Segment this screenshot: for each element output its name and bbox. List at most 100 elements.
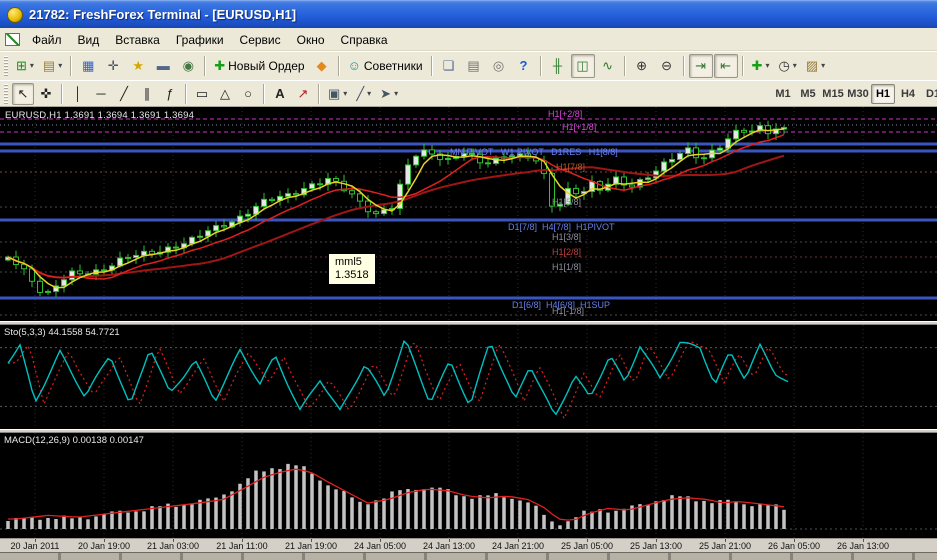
- chart-shift-icon: ⇤: [720, 58, 731, 73]
- bar-chart-mode-button[interactable]: ╫: [546, 54, 570, 78]
- tooltip-indicator-name: mml5: [335, 256, 362, 268]
- templates-icon: ▨: [805, 58, 819, 73]
- horizontal-line-button[interactable]: ─: [90, 83, 112, 105]
- time-axis-label: 21 Jan 19:00: [284, 541, 338, 551]
- data-window-button[interactable]: ✛: [101, 54, 125, 78]
- level-label: H1[5/8]: [552, 197, 582, 207]
- market-watch-button[interactable]: ▦: [76, 54, 100, 78]
- print-button[interactable]: ▤: [462, 54, 486, 78]
- ellipse-icon: ○: [244, 86, 252, 101]
- timeframe-d1-button[interactable]: D1: [921, 84, 937, 104]
- auto-scroll-button[interactable]: ⇥: [688, 53, 713, 78]
- templates-button[interactable]: ▨ ▾: [802, 54, 829, 78]
- fibonacci-retracement-icon: ƒ: [166, 86, 174, 101]
- fibonacci-retracement-button[interactable]: ƒ: [159, 83, 181, 105]
- timeframe-h4-button[interactable]: H4: [896, 84, 920, 104]
- tooltip-price: 1.3518: [335, 269, 369, 281]
- text-button[interactable]: A: [269, 83, 291, 105]
- trendline-icon: ╱: [120, 86, 128, 101]
- profiles-button[interactable]: ▤ ▾: [39, 54, 66, 78]
- chart-window-icon[interactable]: [5, 32, 20, 46]
- new-order-button[interactable]: ✚ Новый Ордер: [210, 54, 308, 78]
- macd-pane[interactable]: MACD(12,26,9) 0.00138 0.00147: [0, 433, 937, 538]
- menu-item-help[interactable]: Справка: [333, 29, 396, 50]
- dropdown-arrow-icon: ▾: [343, 89, 348, 98]
- terminal-icon: ▬: [156, 58, 170, 73]
- arrow-tools-dropdown-icon: ➤: [380, 86, 392, 101]
- candle-chart-mode-button[interactable]: ◫: [570, 53, 595, 78]
- dropdown-arrow-icon: ▾: [821, 61, 826, 70]
- cursor-button[interactable]: ↖: [12, 82, 34, 105]
- level-label: MN PIVOT W1 PIVOT D1RES H1[8/8]: [450, 147, 618, 157]
- toolbar-separator: [539, 55, 542, 76]
- toolbar-separator: [337, 55, 340, 76]
- shapes-dropdown-icon: ▣: [328, 86, 341, 101]
- metaeditor-button[interactable]: ◆: [310, 54, 334, 78]
- rectangle-button[interactable]: ▭: [191, 83, 213, 105]
- ellipse-button[interactable]: ○: [237, 83, 259, 105]
- print-preview-button[interactable]: ◎: [487, 54, 511, 78]
- toolbar-separator: [263, 83, 265, 104]
- level-label: H1[2/8]: [552, 247, 582, 257]
- arrow-object-icon: ↗: [297, 86, 309, 101]
- menu-item-insert[interactable]: Вставка: [107, 29, 168, 50]
- equidistant-channel-icon: ∥: [143, 86, 151, 101]
- timeframe-m5-button[interactable]: M5: [796, 84, 820, 104]
- dropdown-arrow-icon: ▾: [394, 89, 399, 98]
- level-label: H1[1/8]: [552, 262, 582, 272]
- expert-advisors-button[interactable]: ☺ Советники: [344, 54, 427, 78]
- timeframe-m30-button[interactable]: M30: [846, 84, 870, 104]
- time-axis[interactable]: 20 Jan 2011 20 Jan 19:00 21 Jan 03:00 21 Ja…: [0, 538, 937, 552]
- strategy-tester-button[interactable]: ◉: [176, 54, 200, 78]
- horizontal-line-icon: ─: [96, 86, 106, 101]
- title-bar[interactable]: 21782: FreshForex Terminal - [EURUSD,H1]: [0, 0, 937, 28]
- terminal-button[interactable]: ▬: [151, 54, 175, 78]
- navigator-button[interactable]: ★: [126, 54, 150, 78]
- triangle-button[interactable]: △: [214, 83, 236, 105]
- candle-chart-mode-icon: ◫: [576, 58, 589, 73]
- line-tools-dropdown-button[interactable]: ╱ ▾: [352, 83, 375, 105]
- level-label: H1[3/8]: [552, 232, 582, 242]
- level-label: H1[-1/8]: [552, 306, 585, 316]
- indicators-button[interactable]: ✚ ▾: [748, 54, 774, 78]
- arrow-object-button[interactable]: ↗: [292, 83, 314, 105]
- vertical-line-button[interactable]: │: [67, 83, 89, 105]
- time-axis-label: 21 Jan 11:00: [216, 541, 268, 551]
- macd-canvas[interactable]: [0, 433, 937, 538]
- zoom-out-button[interactable]: ⊖: [655, 54, 679, 78]
- level-label: D1[7/8] H4[7/8] H1PIVOT: [508, 222, 615, 232]
- timeframe-m1-button[interactable]: M1: [771, 84, 795, 104]
- shapes-dropdown-button[interactable]: ▣ ▾: [324, 83, 351, 105]
- menu-item-view[interactable]: Вид: [70, 29, 108, 50]
- help-button[interactable]: ?: [512, 54, 536, 78]
- help-icon: ?: [519, 58, 528, 73]
- chart-list-button[interactable]: ❏: [437, 54, 461, 78]
- price-chart-canvas[interactable]: [0, 107, 937, 321]
- line-chart-mode-button[interactable]: ∿: [596, 54, 620, 78]
- periods-button[interactable]: ◷ ▾: [774, 54, 800, 78]
- stochastic-canvas[interactable]: [0, 325, 937, 429]
- zoom-in-button[interactable]: ⊕: [630, 54, 654, 78]
- stochastic-pane[interactable]: Sto(5,3,3) 44.1558 54.7721: [0, 325, 937, 429]
- menu-item-file[interactable]: Файл: [24, 29, 70, 50]
- arrow-tools-dropdown-button[interactable]: ➤ ▾: [376, 83, 402, 105]
- trendline-button[interactable]: ╱: [113, 83, 135, 105]
- time-axis-label: 25 Jan 21:00: [698, 541, 752, 551]
- timeframe-m15-button[interactable]: M15: [821, 84, 845, 104]
- menu-item-charts[interactable]: Графики: [168, 29, 232, 50]
- toolbar-grip[interactable]: [4, 83, 8, 104]
- toolbar-grip[interactable]: [4, 55, 8, 76]
- toolbar-separator: [430, 55, 433, 76]
- menu-item-window[interactable]: Окно: [289, 29, 333, 50]
- crosshair-button[interactable]: ✜: [35, 83, 57, 105]
- timeframe-h1-button[interactable]: H1: [871, 83, 895, 104]
- standard-toolbar-items: ⊞ ▾ ▤ ▾ ▦ ✛ ★ ▬ ◉ ✚ Новый Ордер ◆ ☺ Советники ❏ ▤ ◎? ╫ ◫ ∿ ⊕…: [12, 53, 829, 78]
- new-chart-button[interactable]: ⊞ ▾: [12, 54, 38, 78]
- menu-item-tools[interactable]: Сервис: [232, 29, 289, 50]
- main-chart-pane[interactable]: EURUSD,H1 1.3691 1.3694 1.3691 1.3694 H1…: [0, 107, 937, 321]
- equidistant-channel-button[interactable]: ∥: [136, 83, 158, 105]
- metaeditor-icon: ◆: [316, 58, 327, 73]
- price-level-tooltip: mml5 1.3518: [328, 253, 376, 285]
- chart-shift-button[interactable]: ⇤: [713, 53, 738, 78]
- vertical-line-icon: │: [73, 86, 83, 101]
